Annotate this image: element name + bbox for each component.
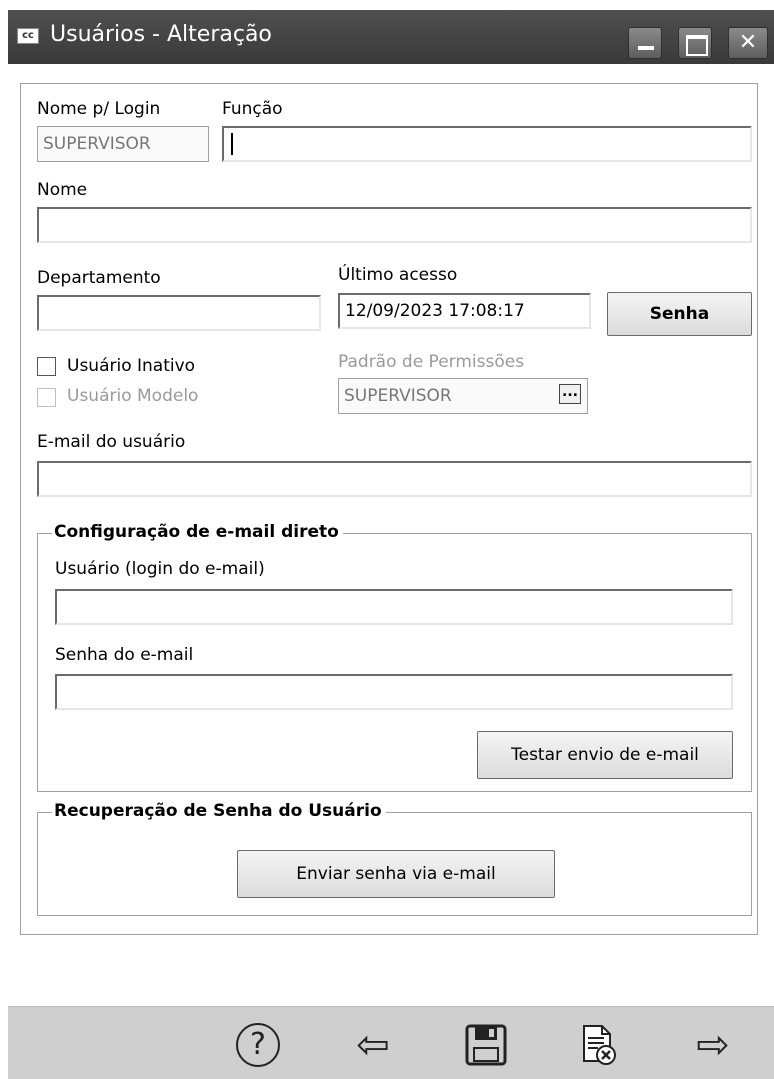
login-field: SUPERVISOR [37, 126, 209, 162]
email-user-input[interactable] [55, 589, 733, 625]
usuario-inativo-label: Usuário Inativo [67, 356, 196, 376]
forward-arrow-icon[interactable]: ⇨ [689, 1021, 737, 1069]
departamento-input[interactable] [37, 295, 321, 331]
usuario-inativo-checkbox[interactable] [37, 357, 56, 376]
test-email-button[interactable]: Testar envio de e-mail [477, 731, 733, 779]
padrao-permissoes-field: SUPERVISOR ... [338, 378, 588, 414]
app-icon: cc [17, 28, 39, 44]
bottom-toolbar: ? ⇦ ⇨ [8, 1006, 774, 1079]
email-config-title: Configuração de e-mail direto [52, 522, 343, 542]
ultimo-acesso-field[interactable]: 12/09/2023 17:08:17 [338, 293, 591, 329]
usuario-modelo-checkbox[interactable] [37, 388, 56, 407]
help-icon[interactable]: ? [234, 1021, 282, 1069]
email-user-label: Usuário (login do e-mail) [55, 559, 265, 579]
email-label: E-mail do usuário [37, 432, 186, 452]
window-title: Usuários - Alteração [50, 22, 272, 47]
back-arrow-icon[interactable]: ⇦ [349, 1021, 397, 1069]
login-label: Nome p/ Login [37, 99, 161, 119]
cancel-document-icon[interactable] [574, 1021, 622, 1069]
email-password-input[interactable] [55, 674, 733, 710]
funcao-input[interactable] [222, 126, 752, 162]
ellipsis-button[interactable]: ... [559, 384, 581, 404]
text-caret [231, 133, 233, 155]
usuario-modelo-label: Usuário Modelo [67, 386, 199, 406]
save-icon[interactable] [462, 1021, 510, 1069]
title-bar: cc Usuários - Alteração [8, 10, 774, 64]
email-input[interactable] [37, 461, 752, 497]
nome-input[interactable] [37, 207, 752, 243]
nome-label: Nome [37, 180, 88, 200]
close-icon[interactable] [728, 27, 768, 59]
send-password-button[interactable]: Enviar senha via e-mail [237, 850, 555, 898]
maximize-icon[interactable] [678, 27, 712, 59]
departamento-label: Departamento [37, 268, 161, 288]
padrao-permissoes-label: Padrão de Permissões [338, 352, 525, 372]
ultimo-acesso-label: Último acesso [338, 265, 458, 285]
minimize-icon[interactable] [628, 27, 662, 59]
email-password-label: Senha do e-mail [55, 645, 194, 665]
password-recovery-title: Recuperação de Senha do Usuário [52, 801, 386, 821]
funcao-label: Função [222, 99, 283, 119]
senha-button[interactable]: Senha [607, 292, 752, 336]
